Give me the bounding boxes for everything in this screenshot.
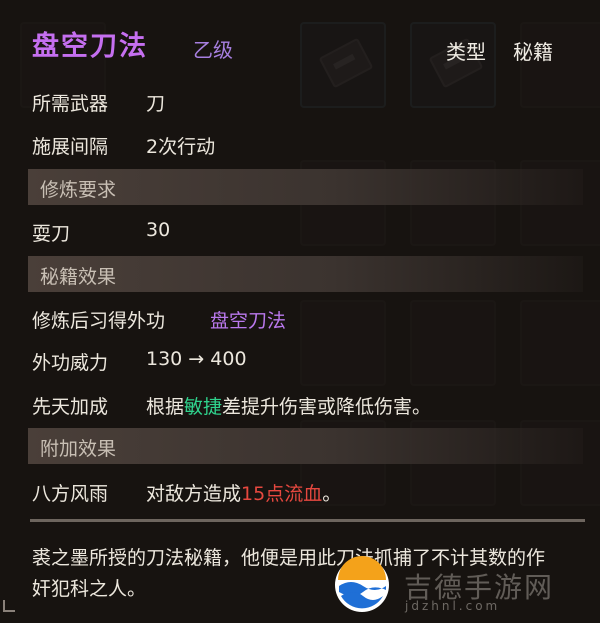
item-tooltip: 盘空刀法 乙级 类型 秘籍 所需武器 刀 施展间隔 2次行动 修炼要求 耍刀 3… [0, 0, 600, 623]
requirement-label: 耍刀 [32, 223, 71, 245]
section-title: 附加效果 [40, 438, 117, 460]
effect-text: 根据 [146, 396, 185, 418]
watermark-url: jdzhnl.com [405, 599, 501, 613]
extra-label: 八方风雨 [32, 483, 109, 505]
divider [30, 519, 585, 522]
panel-corner [3, 600, 15, 612]
extra-description: 对敌方造成15点流血。 [146, 479, 341, 506]
section-title: 修炼要求 [40, 179, 117, 201]
extra-text: 对敌方造成 [146, 483, 242, 505]
bleed-highlight: 15点流血 [241, 483, 323, 505]
type-value: 秘籍 [513, 40, 553, 64]
item-grade: 乙级 [193, 38, 233, 62]
info-value: 2次行动 [146, 136, 216, 158]
learned-skill-name: 盘空刀法 [210, 310, 287, 332]
info-value: 刀 [146, 93, 166, 115]
effect-text: 差提升伤害或降低伤害。 [222, 396, 432, 418]
effect-label: 外功威力 [32, 352, 109, 374]
type-label: 类型 [446, 40, 486, 64]
section-requirements: 修炼要求 [28, 169, 583, 205]
info-label: 所需武器 [32, 93, 109, 115]
section-effects: 秘籍效果 [28, 256, 583, 292]
effect-value: 130 → 400 [146, 348, 247, 370]
effect-label: 先天加成 [32, 396, 109, 418]
item-name: 盘空刀法 [32, 31, 148, 62]
requirement-value: 30 [146, 219, 171, 241]
section-title: 秘籍效果 [40, 266, 117, 288]
watermark-logo-icon [335, 556, 389, 612]
attribute-highlight: 敏捷 [184, 396, 223, 418]
effect-description: 根据敏捷差提升伤害或降低伤害。 [146, 392, 431, 419]
info-label: 施展间隔 [32, 136, 109, 158]
effect-label: 修炼后习得外功 [32, 310, 166, 332]
extra-text: 。 [322, 483, 342, 505]
section-extra: 附加效果 [28, 428, 583, 464]
